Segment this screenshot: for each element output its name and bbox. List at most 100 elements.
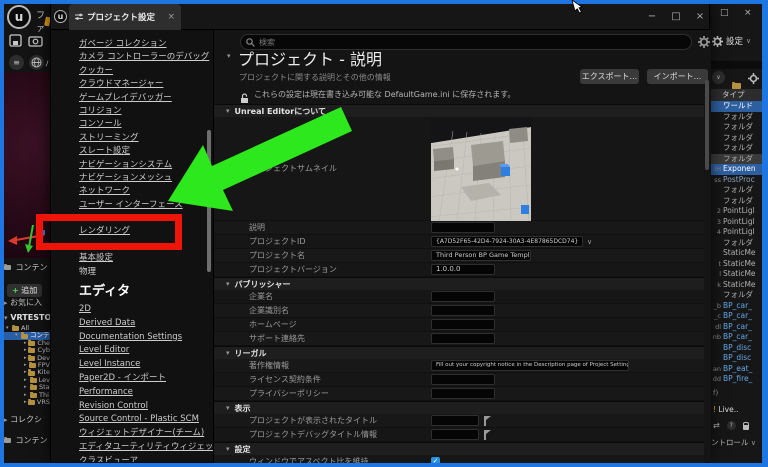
text-field[interactable] [431, 222, 495, 233]
outliner-row-8[interactable]: フォルダ [710, 185, 763, 196]
viewport-settings-dropdown[interactable]: 設定 ∨ [712, 35, 751, 47]
outliner-row-9[interactable]: フォルダ [710, 196, 763, 207]
outliner-row-4[interactable]: フォルダ [710, 143, 763, 154]
hamburger-menu-icon[interactable]: ≡ [9, 55, 24, 70]
status-bar-icons[interactable]: ⇄ ? [713, 421, 749, 430]
import-button[interactable]: インポート... [647, 69, 708, 84]
bg-close-button[interactable]: × [744, 7, 752, 19]
tree-item-Sta[interactable]: ▸Sta [4, 384, 50, 391]
text-field[interactable]: 1.0.0.0 [431, 264, 495, 275]
outliner-row-19[interactable]: _bBP_car_ [710, 301, 763, 312]
nav-item-engine-11[interactable]: ネットワーク [51, 185, 213, 198]
outliner-row-10[interactable]: 2PointLigl [710, 206, 763, 217]
tree-item-コンテ[interactable]: ▾コンテ [4, 332, 50, 339]
project-settings-tab[interactable]: プロジェクト設定 × [69, 4, 181, 30]
nav-item-editor-3[interactable]: Level Editor [51, 344, 213, 358]
bg-maximize-button[interactable]: □ [720, 7, 729, 19]
outliner-row-5[interactable]: フォルダ [710, 154, 763, 165]
outliner-row-25[interactable]: anBP_eat_ [710, 364, 763, 375]
favorites-section[interactable]: ▸ お気に入 [4, 296, 50, 310]
section-header-1[interactable]: ▾パブリッシャー [214, 277, 704, 290]
project-root-item[interactable]: ▾ VRTESTO [4, 311, 50, 325]
outliner-collapse-button[interactable]: ∨ [712, 71, 725, 84]
section-header-0[interactable]: ▾Unreal Editorについて [214, 104, 704, 117]
tree-item-Lev[interactable]: ▸Lev [4, 377, 50, 384]
nav-item-engine-12[interactable]: ユーザー インターフェース [51, 199, 213, 212]
sync-icon[interactable]: ⇄ [713, 421, 720, 430]
nav-item-engine-6[interactable]: コンソール [51, 118, 213, 131]
section-header-2[interactable]: ▾リーガル [214, 346, 704, 359]
nav-item-editor-4[interactable]: Level Instance [51, 358, 213, 372]
outliner-row-24[interactable]: BP_disc [710, 353, 763, 364]
outliner-row-16[interactable]: lStaticMe [710, 269, 763, 280]
text-field[interactable] [431, 291, 495, 302]
tree-item-Thi[interactable]: ▸Thi [4, 392, 50, 399]
nav-item-editor-9[interactable]: ウィジェットデザイナー(チーム) [51, 427, 213, 441]
nav-item-engine-14[interactable]: レンダリング [51, 225, 213, 238]
tree-item-Dev[interactable]: ▸Dev [4, 355, 50, 362]
page-collapse-caret[interactable]: ▾ [227, 52, 231, 60]
nav-item-editor-11[interactable]: クラスビューア [51, 455, 213, 462]
nav-item-editor-8[interactable]: Source Control - Plastic SCM [51, 413, 213, 427]
outliner-row-22[interactable]: nbBP_car_ [710, 332, 763, 343]
outliner-row-18[interactable]: フォルダ [710, 290, 763, 301]
outliner-row-2[interactable]: フォルダ [710, 122, 763, 133]
content-browser-tab[interactable]: コンテン [4, 261, 50, 274]
live-coding-status[interactable]: ! Live.. [713, 405, 739, 414]
nav-item-engine-4[interactable]: ゲームプレイデバッガー [51, 92, 213, 105]
export-button[interactable]: エクスポート... [580, 69, 639, 84]
outliner-row-7[interactable]: ssPostProc [710, 175, 763, 186]
window-titlebar[interactable]: u プロジェクト設定 × − □ × [51, 4, 709, 30]
text-field[interactable] [431, 305, 495, 316]
outliner-row-17[interactable]: kStaticMe [710, 280, 763, 291]
nav-item-engine-7[interactable]: ストリーミング [51, 132, 213, 145]
nav-item-engine-16[interactable]: 基本設定 [51, 252, 213, 265]
localization-flag-icon[interactable] [483, 430, 491, 440]
close-button[interactable]: × [691, 8, 709, 26]
outliner-settings-gear-icon[interactable] [748, 73, 759, 84]
help-icon[interactable]: ? [727, 421, 736, 430]
nav-item-editor-7[interactable]: Revision Control [51, 400, 213, 414]
outliner-row-23[interactable]: BP_disc [710, 343, 763, 354]
tree-item-All[interactable]: ▾All [4, 325, 50, 332]
text-field[interactable] [431, 319, 495, 330]
settings-gear-icon[interactable] [698, 36, 710, 48]
outliner-type-column-header[interactable]: タイプ [710, 89, 763, 101]
text-field[interactable] [431, 415, 479, 426]
outliner-row-13[interactable]: フォルダ [710, 238, 763, 249]
main-scrollbar[interactable] [705, 80, 709, 170]
nav-item-editor-1[interactable]: Derived Data [51, 317, 213, 331]
outliner-row-14[interactable]: StaticMe [710, 248, 763, 259]
outliner-row-3[interactable]: フォルダ [710, 133, 763, 144]
nav-scrollbar[interactable] [207, 130, 211, 272]
nav-item-engine-3[interactable]: クラウドマネージャー [51, 78, 213, 91]
nav-item-editor-5[interactable]: Paper2D - インポート [51, 372, 213, 386]
section-header-4[interactable]: ▾設定 [214, 442, 704, 455]
nav-item-engine-10[interactable]: ナビゲーションメッシュ [51, 172, 213, 185]
tab-close-icon[interactable]: × [167, 12, 175, 22]
text-field[interactable]: Third Person BP Game Template [431, 250, 531, 261]
aspect-ratio-checkbox[interactable]: ✓ [431, 457, 440, 466]
nav-item-engine-0[interactable]: ガベージ コレクション [51, 38, 213, 51]
tree-item-Kite[interactable]: ▸Kite [4, 369, 50, 376]
outliner-row-0[interactable]: ワールド [710, 101, 763, 112]
nav-item-engine-8[interactable]: スレート設定 [51, 145, 213, 158]
nav-item-editor-6[interactable]: Performance [51, 386, 213, 400]
localization-flag-icon[interactable] [483, 416, 491, 426]
content-drawer-button[interactable]: コンテン [4, 434, 50, 447]
nav-item-editor-0[interactable]: 2D [51, 303, 213, 317]
guid-dropdown-chevron-icon[interactable]: ∨ [587, 238, 592, 246]
outliner-row-6[interactable]: lHExponen [710, 164, 763, 175]
outliner-row-12[interactable]: 4PointLigl [710, 227, 763, 238]
tree-item-Cyb[interactable]: ▸Cyb [4, 347, 50, 354]
nav-item-engine-1[interactable]: カメラ コントローラーのデバッグ [51, 51, 213, 64]
perspective-globe-icon[interactable] [29, 55, 44, 70]
text-field[interactable] [431, 333, 495, 344]
text-field[interactable] [431, 374, 495, 385]
nav-item-engine-17[interactable]: 物理 [51, 266, 213, 279]
save-icon[interactable] [9, 34, 22, 47]
project-thumbnail-image[interactable] [431, 117, 531, 221]
nav-item-engine-5[interactable]: コリジョン [51, 105, 213, 118]
nav-item-editor-2[interactable]: Documentation Settings [51, 331, 213, 345]
text-field[interactable] [431, 388, 495, 399]
